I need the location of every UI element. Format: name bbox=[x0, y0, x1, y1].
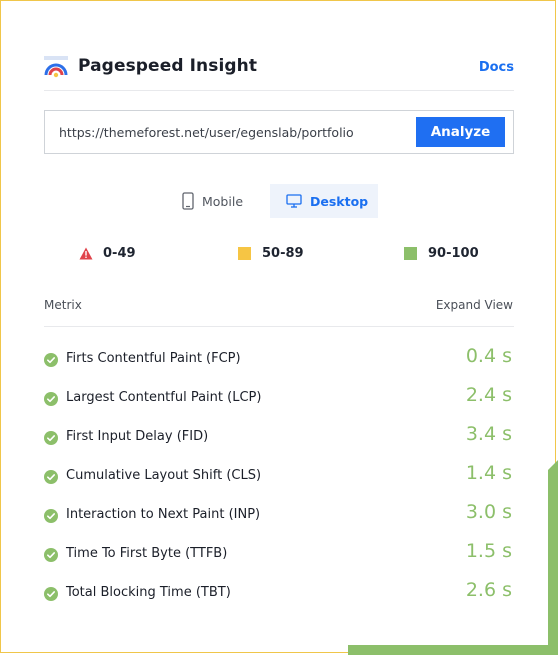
square-icon bbox=[404, 247, 417, 260]
table-divider bbox=[44, 326, 514, 327]
expand-view-link[interactable]: Expand View bbox=[436, 298, 513, 312]
desktop-monitor-icon bbox=[286, 194, 302, 208]
check-circle-icon bbox=[44, 470, 58, 484]
legend-poor: 0-49 bbox=[79, 246, 136, 261]
metric-value: 2.4 s bbox=[465, 384, 512, 406]
metric-value: 3.0 s bbox=[465, 501, 512, 523]
warning-triangle-icon bbox=[79, 247, 93, 260]
speedometer-logo-icon bbox=[44, 56, 68, 78]
tab-desktop[interactable]: Desktop bbox=[270, 184, 378, 218]
table-row: First Input Delay (FID) 3.4 s bbox=[44, 423, 514, 453]
table-row: Time To First Byte (TTFB) 1.5 s bbox=[44, 540, 514, 570]
metric-label: Largest Contentful Paint (LCP) bbox=[66, 390, 262, 405]
metric-label: Interaction to Next Paint (INP) bbox=[66, 507, 261, 522]
metric-value: 3.4 s bbox=[465, 423, 512, 445]
header: Pagespeed Insight Docs bbox=[44, 54, 514, 84]
legend-poor-label: 0-49 bbox=[103, 246, 136, 261]
page-title: Pagespeed Insight bbox=[78, 56, 258, 76]
check-circle-icon bbox=[44, 548, 58, 562]
legend-needs-improvement: 50-89 bbox=[238, 246, 304, 261]
analyze-button[interactable]: Analyze bbox=[416, 117, 505, 147]
check-circle-icon bbox=[44, 392, 58, 406]
metric-value: 1.4 s bbox=[465, 462, 512, 484]
metric-value: 1.5 s bbox=[465, 540, 512, 562]
tab-mobile[interactable]: Mobile bbox=[170, 184, 270, 218]
table-row: Total Blocking Time (TBT) 2.6 s bbox=[44, 579, 514, 609]
check-circle-icon bbox=[44, 587, 58, 601]
check-circle-icon bbox=[44, 509, 58, 523]
url-input[interactable] bbox=[59, 111, 409, 153]
legend-needs-improvement-label: 50-89 bbox=[262, 246, 304, 261]
mobile-phone-icon bbox=[182, 192, 194, 210]
legend-good: 90-100 bbox=[404, 246, 479, 261]
metric-value: 2.6 s bbox=[465, 579, 512, 601]
table-row: Interaction to Next Paint (INP) 3.0 s bbox=[44, 501, 514, 531]
url-search-box: Analyze bbox=[44, 110, 514, 154]
metric-label: Cumulative Layout Shift (CLS) bbox=[66, 468, 262, 483]
pagespeed-card: Pagespeed Insight Docs Analyze Mobile De… bbox=[0, 0, 558, 655]
table-row: Cumulative Layout Shift (CLS) 1.4 s bbox=[44, 462, 514, 492]
docs-link[interactable]: Docs bbox=[479, 60, 514, 75]
legend-good-label: 90-100 bbox=[428, 246, 479, 261]
check-circle-icon bbox=[44, 353, 58, 367]
column-header-metric: Metrix bbox=[44, 298, 82, 312]
square-icon bbox=[238, 247, 251, 260]
metric-label: Firts Contentful Paint (FCP) bbox=[66, 351, 241, 366]
table-row: Firts Contentful Paint (FCP) 0.4 s bbox=[44, 345, 514, 375]
header-divider bbox=[44, 90, 514, 91]
tab-desktop-label: Desktop bbox=[310, 193, 369, 209]
metric-value: 0.4 s bbox=[465, 345, 512, 367]
metric-label: First Input Delay (FID) bbox=[66, 429, 209, 444]
metric-label: Total Blocking Time (TBT) bbox=[66, 585, 231, 600]
tab-mobile-label: Mobile bbox=[202, 193, 244, 209]
metric-label: Time To First Byte (TTFB) bbox=[66, 546, 228, 561]
check-circle-icon bbox=[44, 431, 58, 445]
table-row: Largest Contentful Paint (LCP) 2.4 s bbox=[44, 384, 514, 414]
